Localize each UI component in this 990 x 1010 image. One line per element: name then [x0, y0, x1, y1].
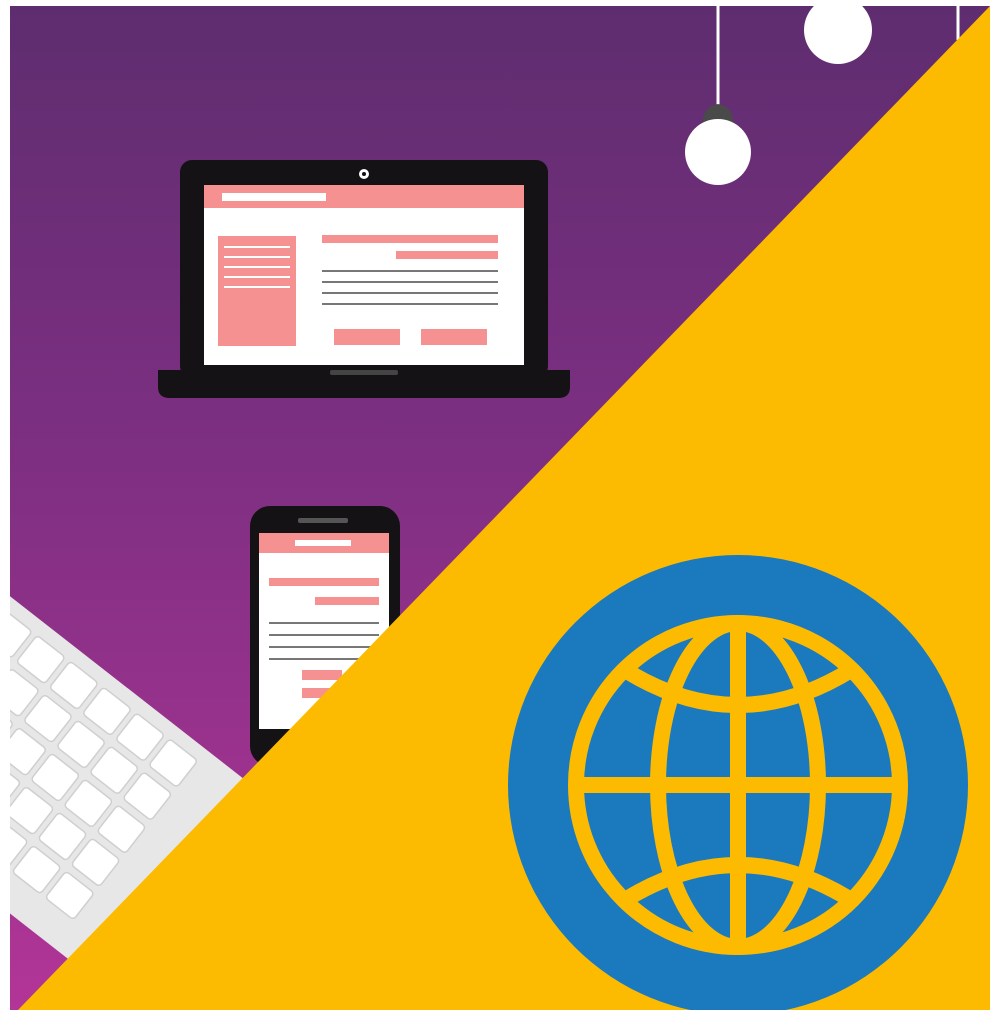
- laptop-icon: [158, 160, 570, 398]
- globe-icon: [508, 555, 968, 1010]
- web-design-illustration: [0, 0, 990, 1010]
